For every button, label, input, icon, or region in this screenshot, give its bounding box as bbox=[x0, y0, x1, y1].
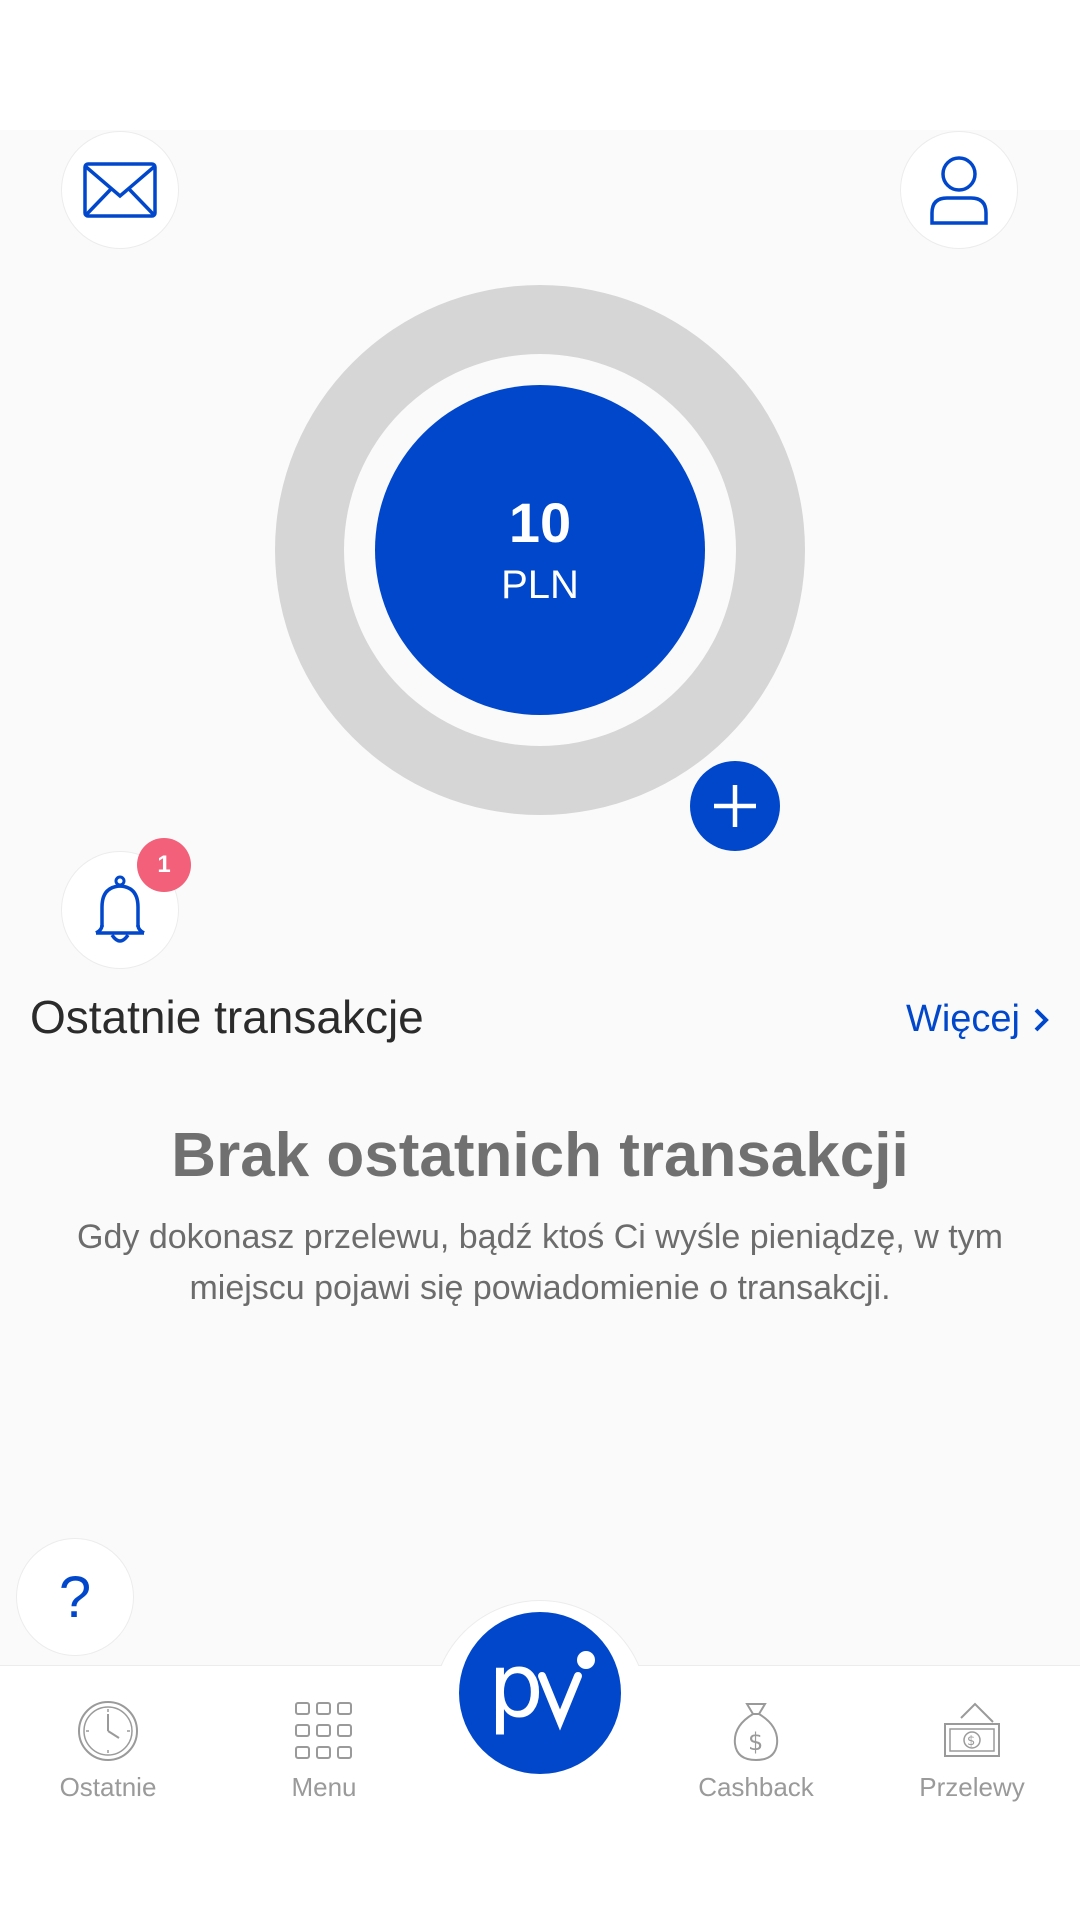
pv-logo-icon: p bbox=[488, 1638, 595, 1737]
balance-amount: 10 bbox=[508, 490, 572, 554]
user-icon bbox=[930, 156, 988, 225]
svg-text:$: $ bbox=[967, 1734, 975, 1749]
profile-button[interactable] bbox=[900, 131, 1018, 249]
messages-button[interactable] bbox=[61, 131, 179, 249]
nav-item-przelewy[interactable]: $ Przelewy bbox=[872, 1700, 1072, 1803]
envelope-icon bbox=[83, 162, 157, 218]
nav-item-cashback[interactable]: $ Cashback bbox=[656, 1700, 856, 1803]
nav-label: Przelewy bbox=[919, 1772, 1025, 1802]
nav-label: Ostatnie bbox=[59, 1772, 157, 1802]
status-bar bbox=[0, 0, 1080, 130]
notification-badge: 1 bbox=[137, 838, 191, 892]
top-up-button[interactable] bbox=[690, 761, 780, 851]
empty-state-title: Brak ostatnich transakcji bbox=[171, 1121, 909, 1190]
chevron-right-icon bbox=[1034, 1008, 1049, 1031]
empty-state-description: Gdy dokonasz przelewu, bądź ktoś Ci wyśl… bbox=[77, 1218, 1003, 1307]
money-bag-icon: $ bbox=[733, 1703, 779, 1762]
help-button[interactable]: ? bbox=[16, 1538, 134, 1656]
svg-text:p: p bbox=[488, 1638, 544, 1737]
bell-icon bbox=[95, 875, 145, 943]
balance-currency: PLN bbox=[501, 563, 579, 608]
more-link-label: Więcej bbox=[905, 998, 1020, 1040]
grid-icon bbox=[295, 1702, 352, 1759]
svg-text:$: $ bbox=[748, 1728, 763, 1756]
section-title: Ostatnie transakcje bbox=[30, 991, 424, 1043]
help-label: ? bbox=[58, 1564, 92, 1630]
nav-label: Cashback bbox=[698, 1772, 814, 1802]
plus-icon bbox=[714, 785, 756, 827]
clock-icon bbox=[78, 1701, 138, 1761]
balance-display[interactable]: 10 PLN bbox=[375, 385, 705, 715]
nav-item-ostatnie[interactable]: Ostatnie bbox=[8, 1700, 208, 1803]
nav-item-menu[interactable]: Menu bbox=[224, 1700, 424, 1803]
nav-label: Menu bbox=[291, 1772, 357, 1802]
home-logo-button[interactable]: p bbox=[459, 1612, 621, 1774]
banknotes-icon: $ bbox=[944, 1702, 1000, 1757]
more-link[interactable]: Więcej bbox=[906, 998, 1050, 1041]
